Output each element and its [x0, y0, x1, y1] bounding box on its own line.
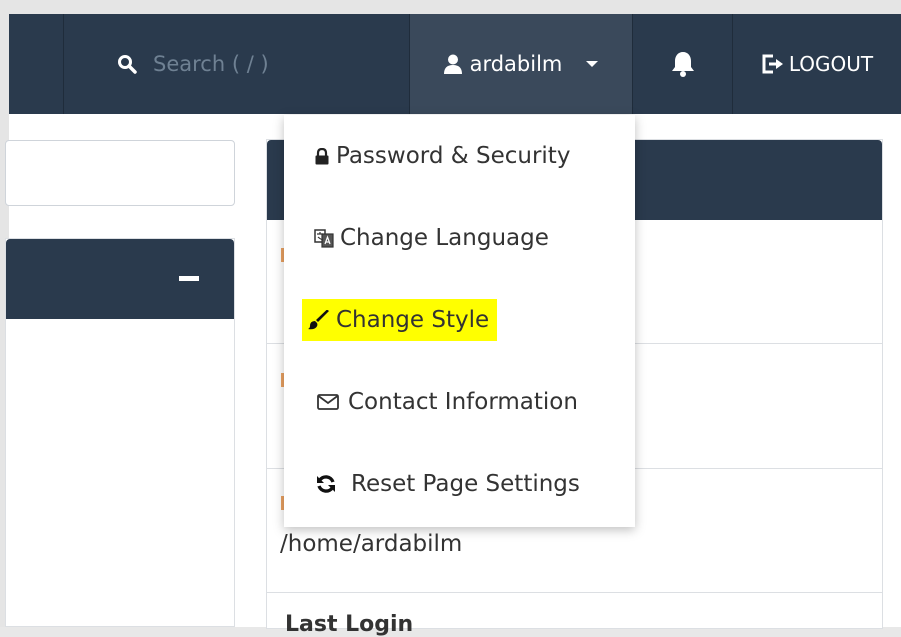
username-label: ardabilm [469, 52, 563, 76]
menu-item-reset-page-settings[interactable]: Reset Page Settings [284, 443, 635, 525]
bell-icon [672, 52, 694, 77]
top-navigation-bar: Search ( / ) ardabilm LOGOUT [9, 14, 901, 114]
panel-header [6, 239, 234, 319]
user-dropdown-menu: Password & Security Change Language Chan… [284, 115, 635, 527]
user-icon [443, 54, 462, 74]
highlight-marker: Change Style [302, 299, 498, 341]
collapse-icon[interactable] [179, 276, 199, 281]
logout-label: LOGOUT [788, 52, 874, 76]
menu-item-label: Reset Page Settings [351, 471, 580, 497]
screen-border-top [0, 0, 901, 14]
menu-item-label: Change Language [340, 225, 549, 251]
menu-item-change-language[interactable]: Change Language [284, 197, 635, 279]
chevron-down-icon [586, 61, 599, 67]
envelope-icon [316, 391, 340, 413]
language-icon [314, 227, 334, 249]
search-placeholder: Search ( / ) [153, 52, 269, 76]
notifications-button[interactable] [633, 14, 733, 114]
topbar-divider [63, 14, 64, 114]
sign-out-icon [762, 54, 783, 74]
lock-icon [314, 145, 330, 167]
home-directory-value: /home/ardabilm [280, 531, 463, 557]
menu-item-label: Password & Security [336, 143, 571, 169]
search-icon [118, 55, 137, 74]
menu-item-contact-information[interactable]: Contact Information [284, 361, 635, 443]
menu-item-label: Change Style [336, 307, 490, 333]
user-menu-button[interactable]: ardabilm [410, 14, 632, 114]
last-login-label: Last Login [285, 612, 414, 637]
menu-item-change-style[interactable]: Change Style [284, 279, 635, 361]
logout-button[interactable]: LOGOUT [733, 14, 901, 114]
menu-item-label: Contact Information [348, 389, 578, 415]
info-row-divider [267, 592, 882, 593]
tools-search-input[interactable] [5, 140, 235, 206]
paintbrush-icon [308, 309, 330, 331]
left-widget-panel [5, 238, 235, 627]
search-field[interactable]: Search ( / ) [117, 48, 269, 80]
menu-item-password-security[interactable]: Password & Security [284, 115, 635, 197]
refresh-icon [315, 473, 337, 495]
